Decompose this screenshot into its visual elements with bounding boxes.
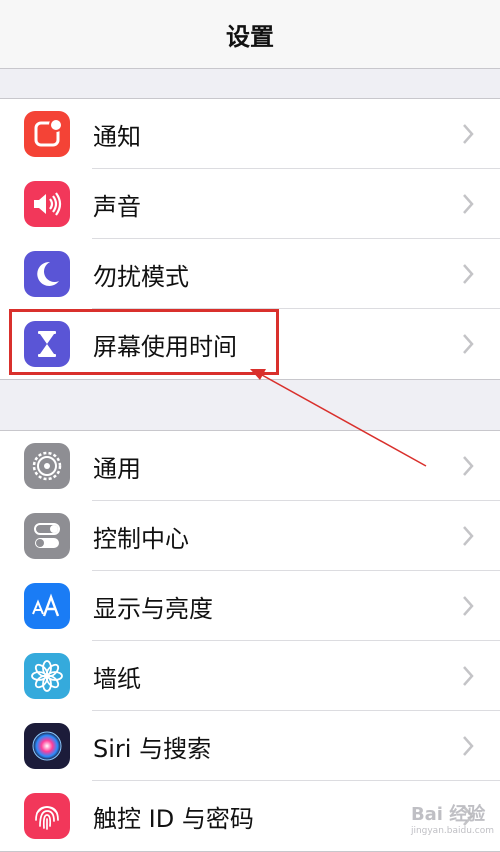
fingerprint-icon [24, 793, 70, 839]
row-control-center[interactable]: 控制中心 [0, 501, 500, 571]
hourglass-icon [24, 321, 70, 367]
row-sounds[interactable]: 声音 [0, 169, 500, 239]
row-do-not-disturb[interactable]: 勿扰模式 [0, 239, 500, 309]
row-label: 显示与亮度 [93, 594, 213, 623]
sound-icon [24, 181, 70, 227]
row-label: 通用 [93, 454, 141, 483]
row-notifications[interactable]: 通知 [0, 99, 500, 169]
chevron-right-icon [463, 456, 474, 476]
row-display-brightness[interactable]: 显示与亮度 [0, 571, 500, 641]
row-label: 勿扰模式 [93, 262, 189, 291]
row-label: Siri 与搜索 [93, 734, 212, 763]
gear-icon [24, 443, 70, 489]
row-label: 控制中心 [93, 524, 189, 553]
display-aa-icon [24, 583, 70, 629]
row-screen-time[interactable]: 屏幕使用时间 [0, 309, 500, 379]
chevron-right-icon [463, 596, 474, 616]
chevron-right-icon [463, 526, 474, 546]
chevron-right-icon [463, 194, 474, 214]
watermark-logo: Bai 经验 jingyan.baidu.com [410, 804, 494, 836]
row-label: 通知 [93, 122, 141, 151]
notifications-icon [24, 111, 70, 157]
row-wallpaper[interactable]: 墙纸 [0, 641, 500, 711]
moon-icon [24, 251, 70, 297]
row-siri-search[interactable]: Siri 与搜索 [0, 711, 500, 781]
chevron-right-icon [463, 666, 474, 686]
navigation-bar: 设置 [0, 0, 500, 69]
chevron-right-icon [463, 124, 474, 144]
settings-group-2: 通用 控制中心 显示与亮度 墙纸 Siri 与搜索 触控 ID 与密码 [0, 430, 500, 852]
toggles-icon [24, 513, 70, 559]
settings-group-1: 通知 声音 勿扰模式 屏幕使用时间 [0, 98, 500, 380]
page-title: 设置 [226, 22, 274, 51]
siri-icon [24, 723, 70, 769]
chevron-right-icon [463, 264, 474, 284]
row-label: 触控 ID 与密码 [93, 804, 254, 833]
chevron-right-icon [463, 334, 474, 354]
flower-icon [24, 653, 70, 699]
row-general[interactable]: 通用 [0, 431, 500, 501]
chevron-right-icon [463, 736, 474, 756]
row-label: 屏幕使用时间 [93, 332, 237, 361]
row-label: 声音 [93, 192, 141, 221]
row-label: 墙纸 [93, 664, 141, 693]
